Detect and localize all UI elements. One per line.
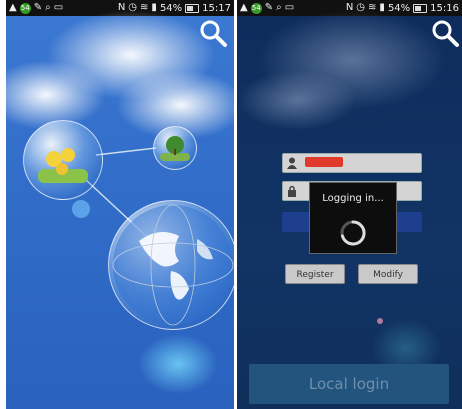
signal-edit-icon: ✎ <box>264 2 274 13</box>
local-login-button[interactable]: Local login <box>249 364 449 404</box>
battery-icon <box>413 3 428 13</box>
search-icon[interactable] <box>430 18 460 48</box>
username-field[interactable] <box>282 153 422 173</box>
globe-icon <box>112 204 234 326</box>
username-value-redacted <box>305 157 343 167</box>
cloud <box>237 70 357 130</box>
tree-icon <box>160 136 190 161</box>
modify-button[interactable]: Modify <box>358 264 418 284</box>
image-icon: ▭ <box>284 2 295 13</box>
glow-dot <box>377 318 383 324</box>
search-status-icon: ⌕ <box>276 2 282 13</box>
flower-icon <box>38 148 88 183</box>
lock-icon <box>288 185 296 197</box>
notification-icon: ▲ <box>240 2 248 13</box>
register-button[interactable]: Register <box>285 264 345 284</box>
flower-bubble <box>23 120 103 200</box>
user-icon <box>287 157 297 169</box>
loading-text: Logging in... <box>322 193 384 204</box>
glow-orb <box>138 334 218 394</box>
loading-spinner-icon <box>340 220 366 246</box>
status-time: 15:16 <box>430 2 459 14</box>
splash-screen: ▲ 54 ✎ ⌕ ▭ N ◷ ≋ ▮ 54% 15:17 <box>6 0 234 409</box>
tree-bubble <box>153 126 197 170</box>
login-screen: ▲ 54 ✎ ⌕ ▭ N ◷ ≋ ▮ 54% 15:16 Register Mo… <box>237 0 462 409</box>
loading-dialog: Logging in... <box>309 182 397 254</box>
battery-percent: 54% <box>387 2 411 14</box>
notification-badge: 54 <box>250 2 262 14</box>
globe-bubble <box>108 200 234 330</box>
glow-dot <box>72 200 90 218</box>
